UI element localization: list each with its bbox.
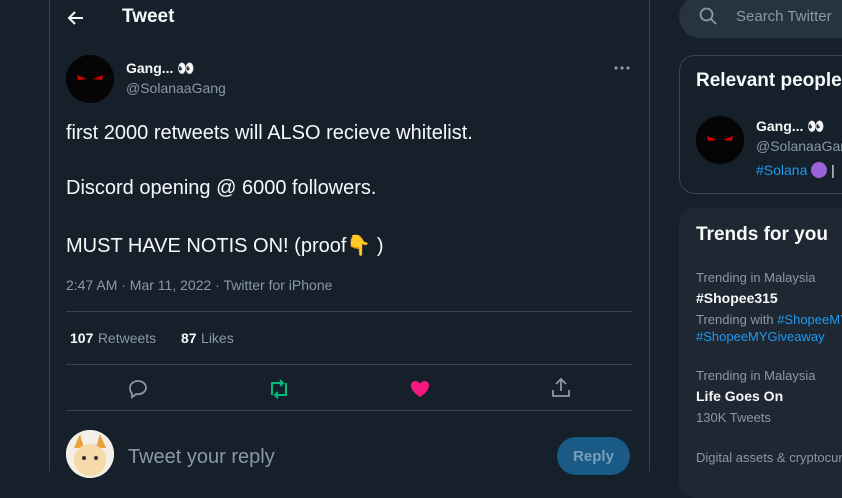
- search-input[interactable]: Search Twitter: [736, 8, 832, 25]
- trend-count: 130K Tweets: [696, 410, 771, 425]
- reply-button[interactable]: Reply: [557, 437, 630, 475]
- bio-separator: |: [831, 162, 835, 178]
- reply-input[interactable]: Tweet your reply: [128, 446, 275, 469]
- relevant-handle[interactable]: @SolanaaGang: [756, 138, 842, 154]
- more-options-icon[interactable]: [612, 60, 632, 76]
- retweets-stat[interactable]: 107 Retweets: [70, 330, 156, 348]
- trending-with-label: Trending with: [696, 312, 774, 327]
- reply-icon[interactable]: [127, 378, 149, 400]
- relevant-bio-hashtag[interactable]: #Solana: [756, 162, 807, 178]
- tweet-text-line-3: MUST HAVE NOTIS ON! (proof👇 ): [66, 235, 384, 257]
- trending-with-tag[interactable]: #ShopeeMY: [777, 312, 842, 327]
- tweet-text-line-1: first 2000 retweets will ALSO recieve wh…: [66, 122, 473, 144]
- retweet-icon[interactable]: [267, 378, 291, 400]
- trending-with-tag[interactable]: #ShopeeMYGiveaway: [696, 329, 825, 344]
- divider: [66, 410, 632, 411]
- search-icon: [699, 7, 717, 25]
- relevant-avatar[interactable]: [696, 116, 744, 164]
- trend-context: Trending in Malaysia: [696, 368, 816, 383]
- likes-count: 87: [181, 330, 197, 346]
- trend-context: Trending in Malaysia: [696, 270, 816, 285]
- trend-trending-with: Trending with #ShopeeMY: [696, 312, 842, 327]
- relevant-name[interactable]: Gang... 👀: [756, 118, 825, 135]
- tweet-timestamp[interactable]: 2:47 AM · Mar 11, 2022 · Twitter for iPh…: [66, 277, 332, 293]
- author-name[interactable]: Gang... 👀: [126, 60, 195, 77]
- author-avatar[interactable]: [66, 55, 114, 103]
- relevant-bio: #Solana |: [756, 162, 835, 178]
- like-heart-icon[interactable]: [409, 378, 431, 400]
- divider: [66, 364, 632, 365]
- trend-name[interactable]: Life Goes On: [696, 388, 783, 404]
- tweet-text-line-2: Discord opening @ 6000 followers.: [66, 177, 377, 199]
- share-icon[interactable]: [550, 377, 572, 399]
- relevant-people-title: Relevant people: [696, 70, 842, 91]
- trends-title: Trends for you: [696, 224, 828, 245]
- trend-name[interactable]: #Shopee315: [696, 290, 778, 306]
- back-arrow-icon[interactable]: [66, 8, 86, 28]
- retweets-count: 107: [70, 330, 94, 346]
- divider: [66, 311, 632, 312]
- retweets-label: Retweets: [97, 330, 157, 346]
- likes-stat[interactable]: 87 Likes: [181, 330, 234, 348]
- trend-context: Digital assets & cryptocurrency: [696, 450, 842, 465]
- solana-icon: [811, 162, 828, 178]
- page-title: Tweet: [122, 6, 175, 27]
- likes-label: Likes: [201, 330, 234, 346]
- author-handle[interactable]: @SolanaaGang: [126, 80, 226, 96]
